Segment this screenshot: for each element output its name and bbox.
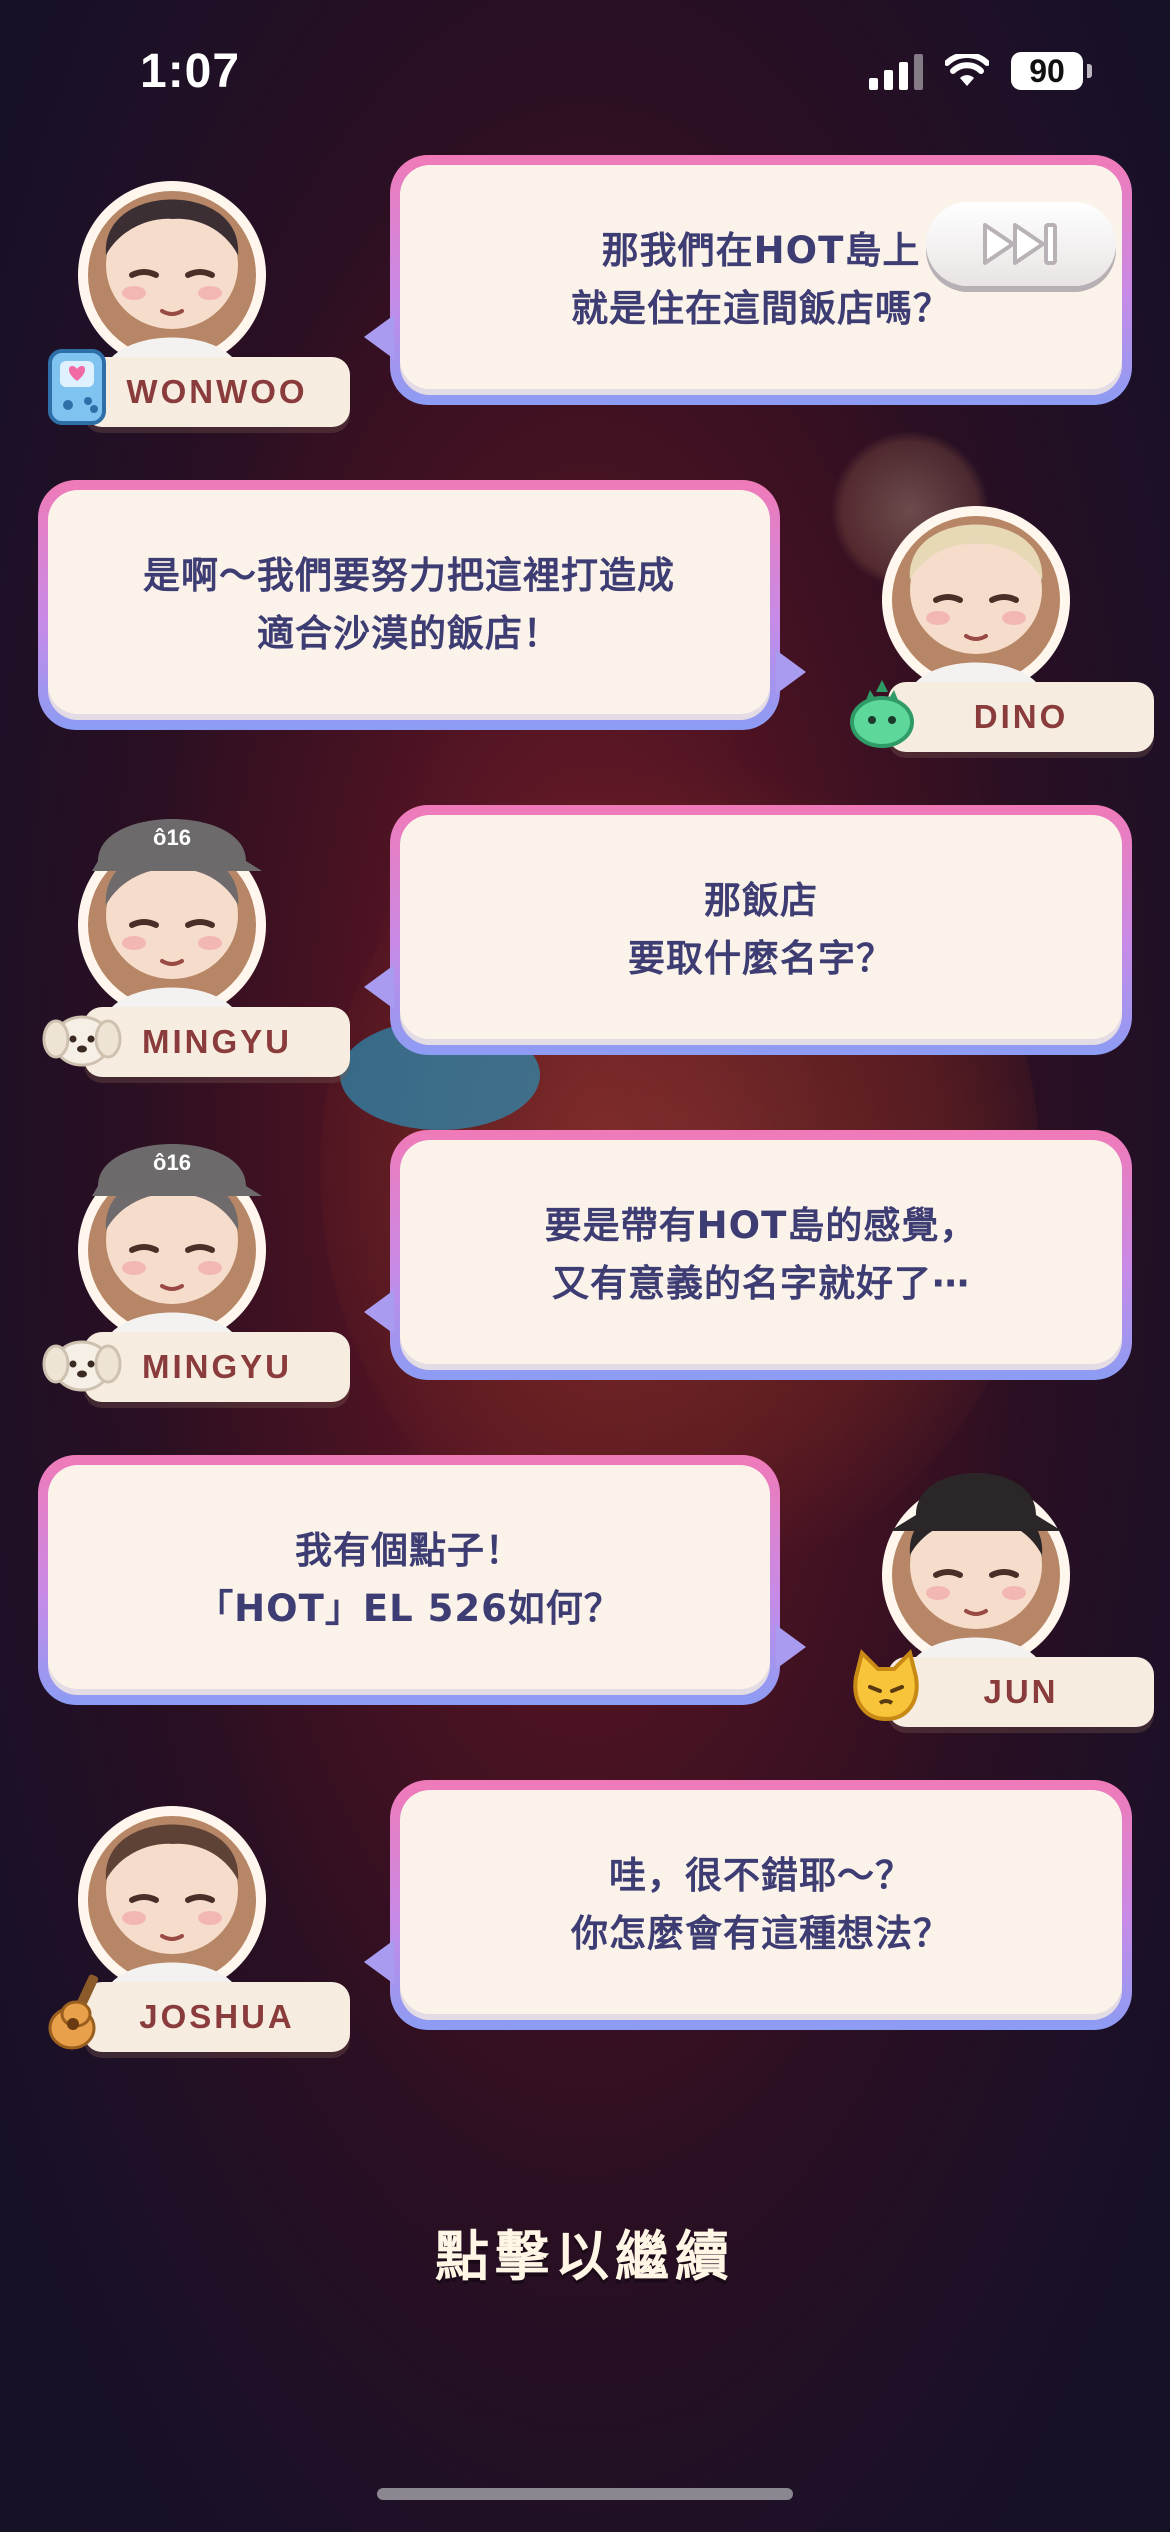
character-mingyu: ô16 MINGYU: [32, 1100, 350, 1420]
speech-bubble: 那飯店要取什麼名字？: [364, 805, 1132, 1055]
puppy-icon: [42, 997, 122, 1077]
status-indicators: 90: [869, 52, 1092, 90]
game-console-icon: [42, 347, 114, 427]
speaker-nametag: WONWOO: [84, 357, 350, 427]
dialogue-line: 適合沙漠的飯店！: [257, 612, 561, 655]
speech-bubble-body: 那飯店要取什麼名字？: [400, 815, 1122, 1045]
dialogue-line: 要是帶有HOT島的感覺，: [544, 1204, 978, 1247]
dialogue-line: 我有個點子！: [295, 1529, 523, 1572]
speaker-nametag: DINO: [888, 682, 1154, 752]
speaker-nametag: JUN: [888, 1657, 1154, 1727]
character-joshua: JOSHUA: [32, 1750, 350, 2070]
dialogue-screen[interactable]: 1:07 90 WONWOO 那我們在HOT島上 就是住在這間飯店嗎？ DINO…: [0, 0, 1170, 2532]
dialogue-line: 要取什麼名字？: [628, 937, 894, 980]
character-dino: DINO: [836, 450, 1154, 770]
cat-icon: [846, 1647, 919, 1727]
dialogue-line: 又有意義的名字就好了⋯: [552, 1262, 970, 1305]
svg-text:ô16: ô16: [153, 825, 191, 850]
speaker-nametag: MINGYU: [84, 1332, 350, 1402]
speech-bubble: 我有個點子！ 「HOT」EL 526如何？: [38, 1455, 806, 1705]
dialogue-line: 是啊～我們要努力把這裡打造成: [143, 554, 675, 597]
speech-bubble-body: 哇，很不錯耶～？ 你怎麼會有這種想法？: [400, 1790, 1122, 2020]
battery-icon: 90: [1011, 52, 1092, 90]
dialogue-line: 哇，很不錯耶～？: [609, 1854, 913, 1897]
speech-bubble: 哇，很不錯耶～？ 你怎麼會有這種想法？: [364, 1780, 1132, 2030]
speech-bubble-body: 是啊～我們要努力把這裡打造成 適合沙漠的飯店！: [48, 490, 770, 720]
home-indicator[interactable]: [377, 2488, 793, 2500]
green-dino-icon: [846, 672, 918, 752]
wifi-icon: [945, 54, 989, 86]
dialogue-line: 「HOT」EL 526如何？: [196, 1587, 622, 1630]
character-jun: JUN: [836, 1425, 1154, 1745]
skip-button[interactable]: [926, 202, 1116, 286]
speaker-nametag: JOSHUA: [84, 1982, 350, 2052]
speech-bubble: 要是帶有HOT島的感覺， 又有意義的名字就好了⋯: [364, 1130, 1132, 1380]
dialogue-line: 你怎麼會有這種想法？: [571, 1912, 951, 1955]
speech-bubble: 是啊～我們要努力把這裡打造成 適合沙漠的飯店！: [38, 480, 806, 730]
character-mingyu: ô16 MINGYU: [32, 775, 350, 1095]
guitar-icon: [42, 1972, 114, 2052]
status-time: 1:07: [140, 45, 241, 98]
fast-forward-icon: [983, 223, 1057, 265]
dialogue-line: 那我們在HOT島上: [601, 229, 921, 272]
dialogue-line: 就是住在這間飯店嗎？: [571, 287, 951, 330]
speaker-nametag: MINGYU: [84, 1007, 350, 1077]
character-wonwoo: WONWOO: [32, 125, 350, 445]
speech-bubble-body: 要是帶有HOT島的感覺， 又有意義的名字就好了⋯: [400, 1140, 1122, 1370]
speech-bubble-body: 我有個點子！ 「HOT」EL 526如何？: [48, 1465, 770, 1695]
tap-to-continue[interactable]: 點擊以繼續: [0, 2212, 1170, 2291]
puppy-icon: [42, 1322, 122, 1402]
cellular-signal-icon: [869, 52, 923, 90]
battery-level: 90: [1011, 52, 1083, 90]
dialogue-line: 那飯店: [704, 879, 818, 922]
svg-text:ô16: ô16: [153, 1150, 191, 1175]
